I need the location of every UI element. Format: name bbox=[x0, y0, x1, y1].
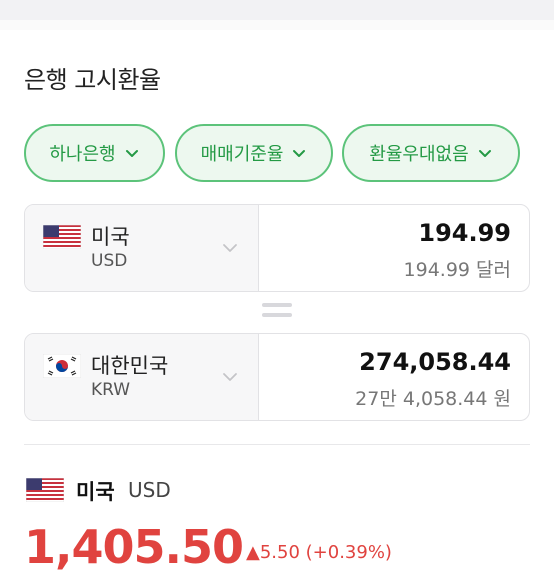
rate-change: ▲5.50 (+0.39%) bbox=[246, 542, 392, 563]
chevron-down-icon bbox=[125, 150, 138, 157]
us-flag-icon bbox=[26, 478, 64, 502]
chevron-down-icon bbox=[223, 373, 237, 381]
top-separator bbox=[0, 20, 554, 30]
rate-country-name: 미국 bbox=[76, 480, 115, 504]
chevron-down-icon bbox=[293, 150, 306, 157]
from-amount-input[interactable]: 194.99 bbox=[418, 219, 511, 247]
to-currency-box: 대한민국 KRW 274,058.44 27만 4,058.44 원 bbox=[24, 333, 530, 421]
section-divider bbox=[24, 444, 530, 445]
chevron-down-icon bbox=[223, 244, 237, 252]
preferential-rate-filter-chip[interactable]: 환율우대없음 bbox=[342, 124, 520, 182]
to-country-name: 대한민국 bbox=[91, 354, 169, 378]
to-amount-text: 27만 4,058.44 원 bbox=[355, 388, 511, 410]
section-title: 은행 고시환율 bbox=[24, 66, 161, 94]
bank-filter-label: 하나은행 bbox=[49, 144, 116, 165]
korea-flag-icon bbox=[43, 354, 81, 378]
to-currency-selector[interactable]: 대한민국 KRW bbox=[25, 334, 259, 420]
us-flag-icon bbox=[43, 225, 81, 249]
from-currency-code: USD bbox=[91, 251, 128, 271]
from-country-name: 미국 bbox=[91, 225, 130, 249]
from-currency-box: 미국 USD 194.99 194.99 달러 bbox=[24, 204, 530, 292]
from-amount-text: 194.99 달러 bbox=[403, 259, 511, 281]
preferential-rate-filter-label: 환율우대없음 bbox=[369, 144, 469, 165]
rate-type-filter-label: 매매기준율 bbox=[200, 144, 284, 165]
bank-filter-chip[interactable]: 하나은행 bbox=[24, 124, 165, 182]
top-gray-band bbox=[0, 0, 554, 20]
from-currency-selector[interactable]: 미국 USD bbox=[25, 205, 259, 291]
to-amount-input[interactable]: 274,058.44 bbox=[359, 348, 511, 376]
equals-icon bbox=[262, 303, 292, 319]
to-currency-code: KRW bbox=[91, 380, 131, 400]
chevron-down-icon bbox=[478, 150, 491, 157]
exchange-rate-value: 1,405.50 bbox=[24, 520, 244, 574]
rate-type-filter-chip[interactable]: 매매기준율 bbox=[175, 124, 333, 182]
rate-currency-code: USD bbox=[128, 478, 171, 502]
